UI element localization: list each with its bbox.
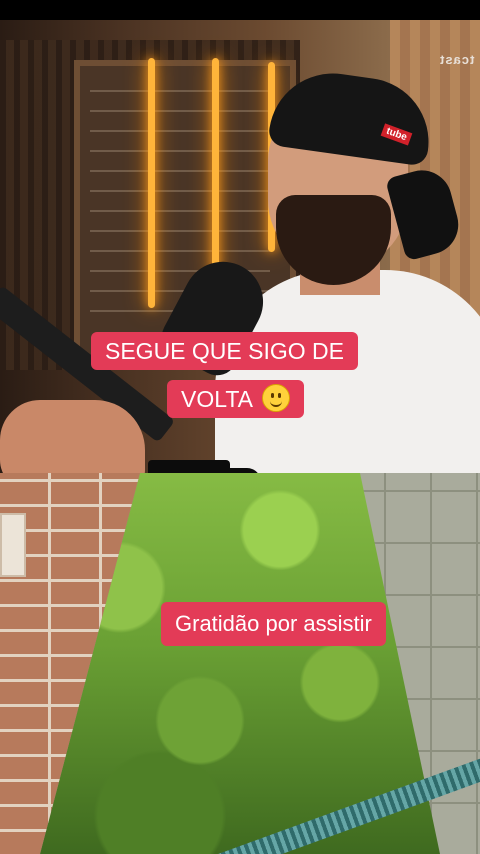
neon-light [212,58,219,278]
smiley-emoji-icon [262,384,291,412]
top-bar [0,0,480,20]
caption-top-line1: SEGUE QUE SIGO DE [91,332,358,370]
hedge-video-panel [0,473,480,854]
caption-text: SEGUE QUE SIGO DE [105,338,344,364]
brick-coping [0,513,26,577]
watermark-text: tcast [438,52,474,67]
neon-light [148,58,155,308]
caption-text: Gratidão por assistir [175,611,372,636]
mug [148,460,230,473]
caption-top-line2: VOLTA [167,380,305,418]
caption-text: VOLTA [181,386,252,412]
caption-bottom: Gratidão por assistir [161,602,386,646]
person-hand [0,400,145,473]
